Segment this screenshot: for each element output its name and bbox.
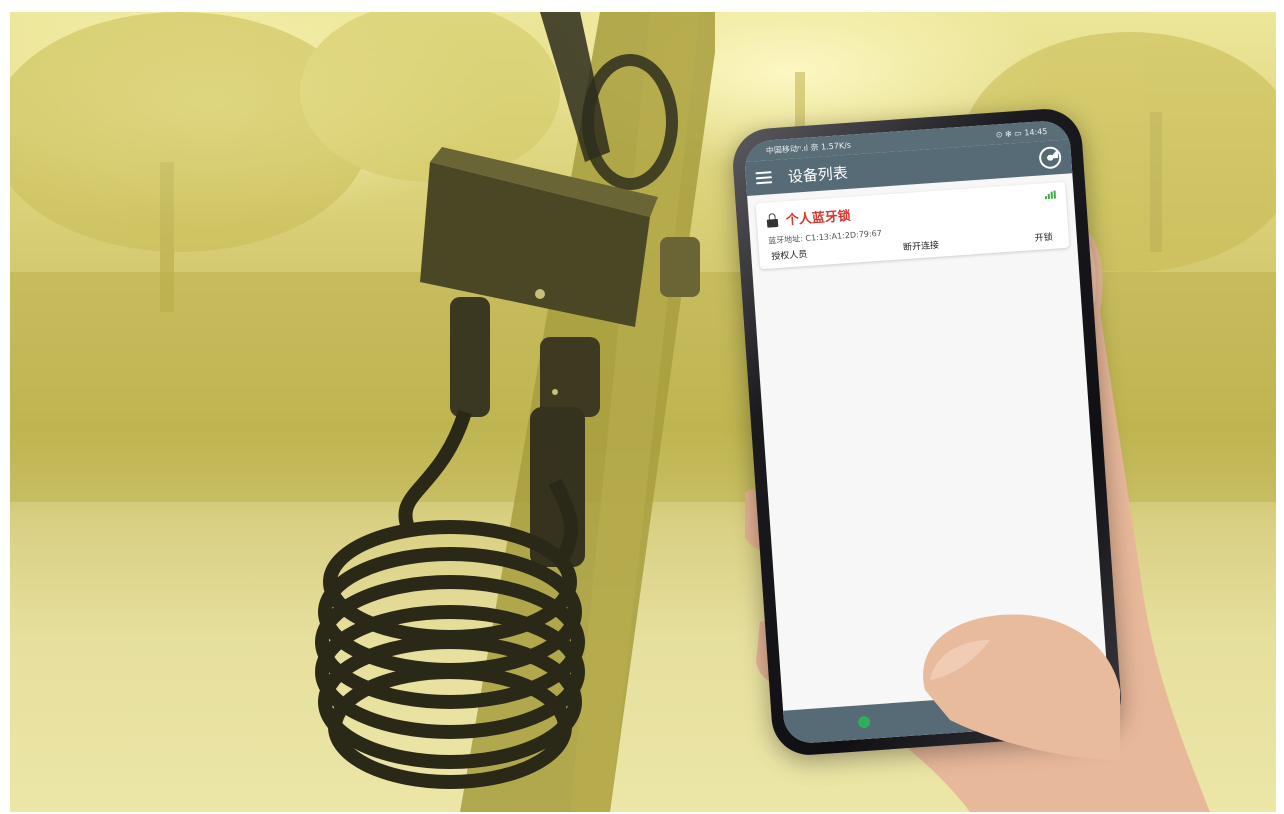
unlock-button[interactable]: 开锁 [1034, 230, 1053, 244]
phone-screen: 中国移动ⁿ.ıl 奈 1.57K/s ⊙ ✻ ▭ 14:45 设备列表 个人蓝牙… [743, 119, 1111, 745]
radar-scan-icon[interactable] [1038, 145, 1062, 170]
nav-devices-icon[interactable] [857, 715, 871, 729]
device-name: 个人蓝牙锁 [785, 208, 852, 229]
hamburger-menu-icon[interactable] [755, 171, 773, 185]
status-bar-left: 中国移动ⁿ.ıl 奈 1.57K/s [765, 140, 852, 156]
device-card[interactable]: 个人蓝牙锁 蓝牙地址: C1:13:A1:2D:79:67 授权人员 断开连接 … [755, 181, 1070, 270]
authorize-users-button[interactable]: 授权人员 [771, 247, 808, 262]
nav-account-tab[interactable]: 账户 [1017, 704, 1036, 718]
smartphone: 中国移动ⁿ.ıl 奈 1.57K/s ⊙ ✻ ▭ 14:45 设备列表 个人蓝牙… [730, 106, 1124, 758]
disconnect-button[interactable]: 断开连接 [903, 238, 940, 253]
lock-icon [766, 212, 779, 228]
signal-strength-icon [1044, 190, 1057, 200]
status-bar-right: ⊙ ✻ ▭ 14:45 [995, 126, 1048, 139]
